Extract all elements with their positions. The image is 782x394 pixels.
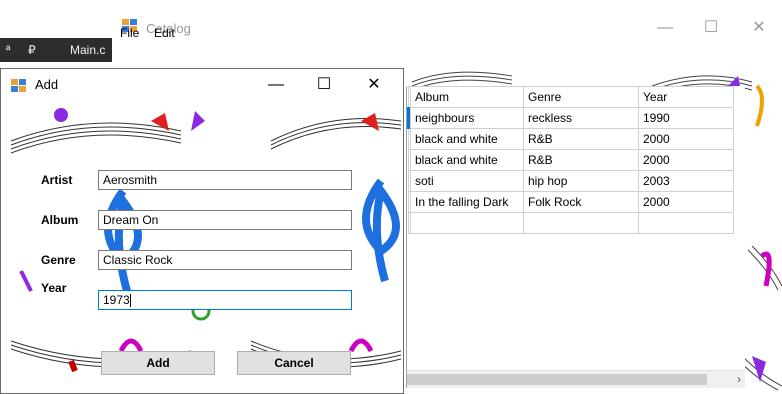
year-field[interactable]: 1973 bbox=[98, 290, 352, 310]
cell-year[interactable] bbox=[638, 212, 734, 234]
add-dialog-title: Add bbox=[35, 77, 59, 92]
table-row[interactable]: soti hip hop 2003 bbox=[408, 170, 734, 192]
cell-genre[interactable]: hip hop bbox=[523, 170, 639, 192]
cell-year[interactable]: 2000 bbox=[638, 128, 734, 150]
close-button[interactable]: ✕ bbox=[351, 69, 397, 101]
cell-year[interactable]: 2003 bbox=[638, 170, 734, 192]
album-label: Album bbox=[41, 213, 79, 227]
minimize-button[interactable]: — bbox=[253, 69, 299, 101]
cell-album[interactable]: neighbours bbox=[410, 107, 524, 129]
genre-label: Genre bbox=[41, 253, 76, 267]
catalog-titlebar: Catalog — ☐ ✕ File Edit bbox=[112, 10, 782, 46]
cell-year[interactable]: 2000 bbox=[638, 149, 734, 171]
minimize-button[interactable]: — bbox=[642, 10, 688, 46]
column-header-album[interactable]: Album bbox=[410, 86, 524, 108]
ide-tab-bar: ª ₽ Main.c bbox=[0, 38, 112, 62]
scroll-right-icon[interactable]: › bbox=[737, 371, 741, 388]
column-header-genre[interactable]: Genre bbox=[523, 86, 639, 108]
cell-genre[interactable]: R&B bbox=[523, 128, 639, 150]
cell-genre[interactable]: Folk Rock bbox=[523, 191, 639, 213]
table-row[interactable]: In the falling Dark Folk Rock 2000 bbox=[408, 191, 734, 213]
maximize-button[interactable]: ☐ bbox=[688, 10, 734, 46]
artist-label: Artist bbox=[41, 173, 73, 187]
cell-album[interactable] bbox=[410, 212, 524, 234]
cell-year[interactable]: 2000 bbox=[638, 191, 734, 213]
ide-pin-icon: ₽ bbox=[28, 43, 36, 57]
grid-header-row: Album Genre Year bbox=[408, 86, 734, 108]
add-dialog: Add — ☐ ✕ Artist Aerosmith Album Dream O… bbox=[0, 68, 404, 394]
cancel-button[interactable]: Cancel bbox=[237, 351, 351, 375]
text-caret bbox=[129, 294, 131, 308]
cell-album[interactable]: In the falling Dark bbox=[410, 191, 524, 213]
cell-album[interactable]: black and white bbox=[410, 128, 524, 150]
column-header-year[interactable]: Year bbox=[638, 86, 734, 108]
cell-album[interactable]: soti bbox=[410, 170, 524, 192]
table-row[interactable]: black and white R&B 2000 bbox=[408, 149, 734, 171]
scrollbar-thumb[interactable] bbox=[407, 374, 707, 385]
table-row-new[interactable] bbox=[408, 212, 734, 234]
cell-genre[interactable]: R&B bbox=[523, 149, 639, 171]
ide-background: ª ₽ Main.c bbox=[0, 0, 112, 62]
cell-album[interactable]: black and white bbox=[410, 149, 524, 171]
year-label: Year bbox=[41, 281, 67, 295]
catalog-grid[interactable]: Album Genre Year neighbours reckless 199… bbox=[406, 86, 745, 388]
menu-file[interactable]: File bbox=[120, 26, 139, 40]
app-icon bbox=[11, 79, 27, 93]
horizontal-scrollbar[interactable]: › bbox=[407, 370, 745, 388]
cell-genre[interactable]: reckless bbox=[523, 107, 639, 129]
cell-genre[interactable] bbox=[523, 212, 639, 234]
menu-edit[interactable]: Edit bbox=[154, 26, 175, 40]
table-row[interactable]: neighbours reckless 1990 bbox=[407, 107, 734, 129]
maximize-button[interactable]: ☐ bbox=[301, 69, 347, 101]
table-row[interactable]: black and white R&B 2000 bbox=[408, 128, 734, 150]
artist-field[interactable]: Aerosmith bbox=[98, 170, 352, 190]
genre-field[interactable]: Classic Rock bbox=[98, 250, 352, 270]
year-value: 1973 bbox=[103, 293, 130, 307]
ide-tab-main[interactable]: Main.c bbox=[70, 38, 105, 62]
close-button[interactable]: ✕ bbox=[736, 10, 782, 46]
add-button[interactable]: Add bbox=[101, 351, 215, 375]
album-field[interactable]: Dream On bbox=[98, 210, 352, 230]
ide-pin-icon: ª bbox=[6, 43, 11, 57]
cell-year[interactable]: 1990 bbox=[638, 107, 734, 129]
